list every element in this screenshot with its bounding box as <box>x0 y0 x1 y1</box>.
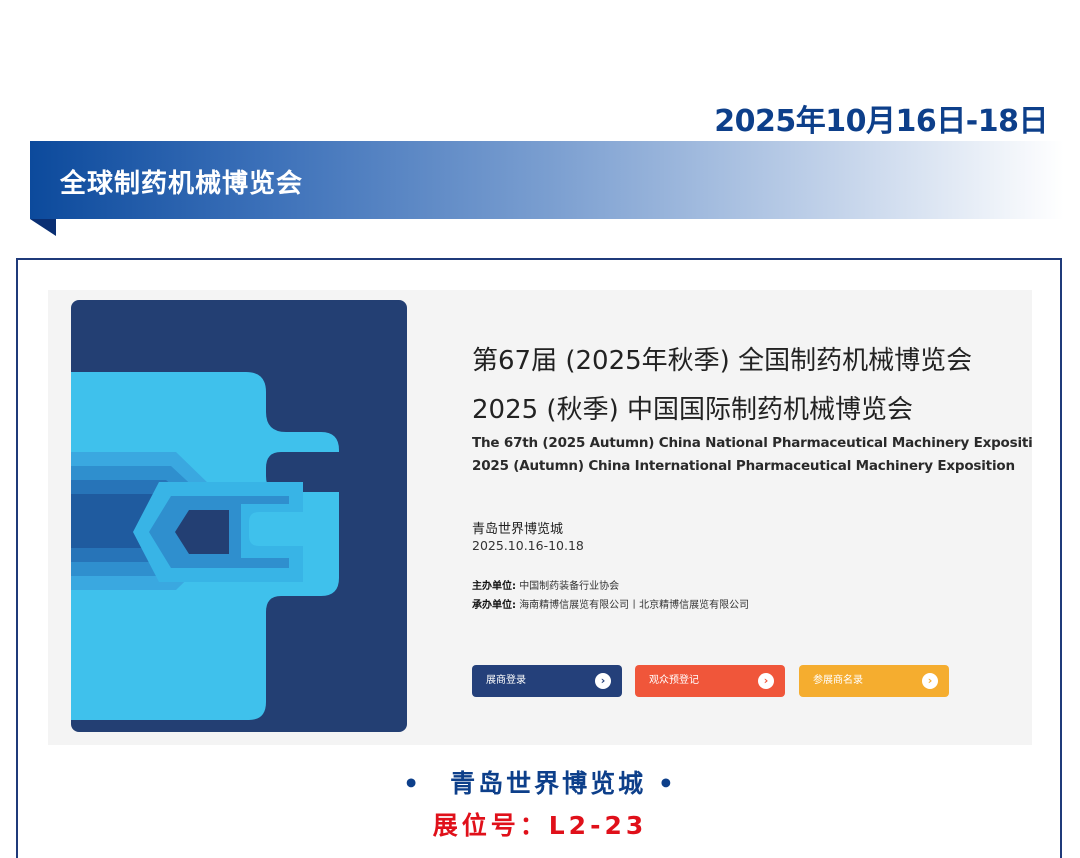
title-english-line-1: The 67th (2025 Autumn) China National Ph… <box>472 435 1032 451</box>
poster-venue: 青岛世界博览城 <box>472 522 564 537</box>
logo-graphic <box>71 372 339 720</box>
venue-caption: • 青岛世界博览城 • <box>403 769 677 798</box>
exhibitor-login-label: 展商登录 <box>486 675 526 686</box>
pharmaceutical-machinery-logo-icon <box>71 300 407 732</box>
host-organization: 主办单位: 中国制药装备行业协会 <box>472 577 619 592</box>
visitor-preregistration-label: 观众预登记 <box>649 675 699 686</box>
exhibition-date: 2025年10月16日-18日 <box>714 104 1048 139</box>
title-english-line-2: 2025 (Autumn) China International Pharma… <box>472 458 1015 474</box>
arrow-right-icon: › <box>595 673 611 689</box>
exhibitor-directory-label: 参展商名录 <box>813 675 863 686</box>
poster-dates: 2025.10.16-10.18 <box>472 538 584 553</box>
title-banner: 全球制药机械博览会 <box>30 141 1064 219</box>
banner-title: 全球制药机械博览会 <box>60 169 304 199</box>
title-chinese-line-2: 2025 (秋季) 中国国际制药机械博览会 <box>472 395 913 425</box>
host-label: 主办单位: <box>472 581 516 592</box>
arrow-right-icon: › <box>758 673 774 689</box>
visitor-preregistration-button[interactable]: 观众预登记 › <box>635 665 785 697</box>
title-chinese-line-1: 第67届 (2025年秋季) 全国制药机械博览会 <box>472 346 973 376</box>
booth-number: 展位号：L2-23 <box>432 811 648 840</box>
organizer-value: 海南精博信展览有限公司丨北京精博信展览有限公司 <box>519 600 750 611</box>
banner-fold-decoration <box>30 219 56 236</box>
organizer-label: 承办单位: <box>472 600 516 611</box>
exhibitor-login-button[interactable]: 展商登录 › <box>472 665 622 697</box>
arrow-right-icon: › <box>922 673 938 689</box>
exhibitor-directory-button[interactable]: 参展商名录 › <box>799 665 949 697</box>
host-value: 中国制药装备行业协会 <box>519 581 620 592</box>
organizer-organization: 承办单位: 海南精博信展览有限公司丨北京精博信展览有限公司 <box>472 596 749 611</box>
exhibition-poster: 第67届 (2025年秋季) 全国制药机械博览会 2025 (秋季) 中国国际制… <box>48 290 1032 745</box>
